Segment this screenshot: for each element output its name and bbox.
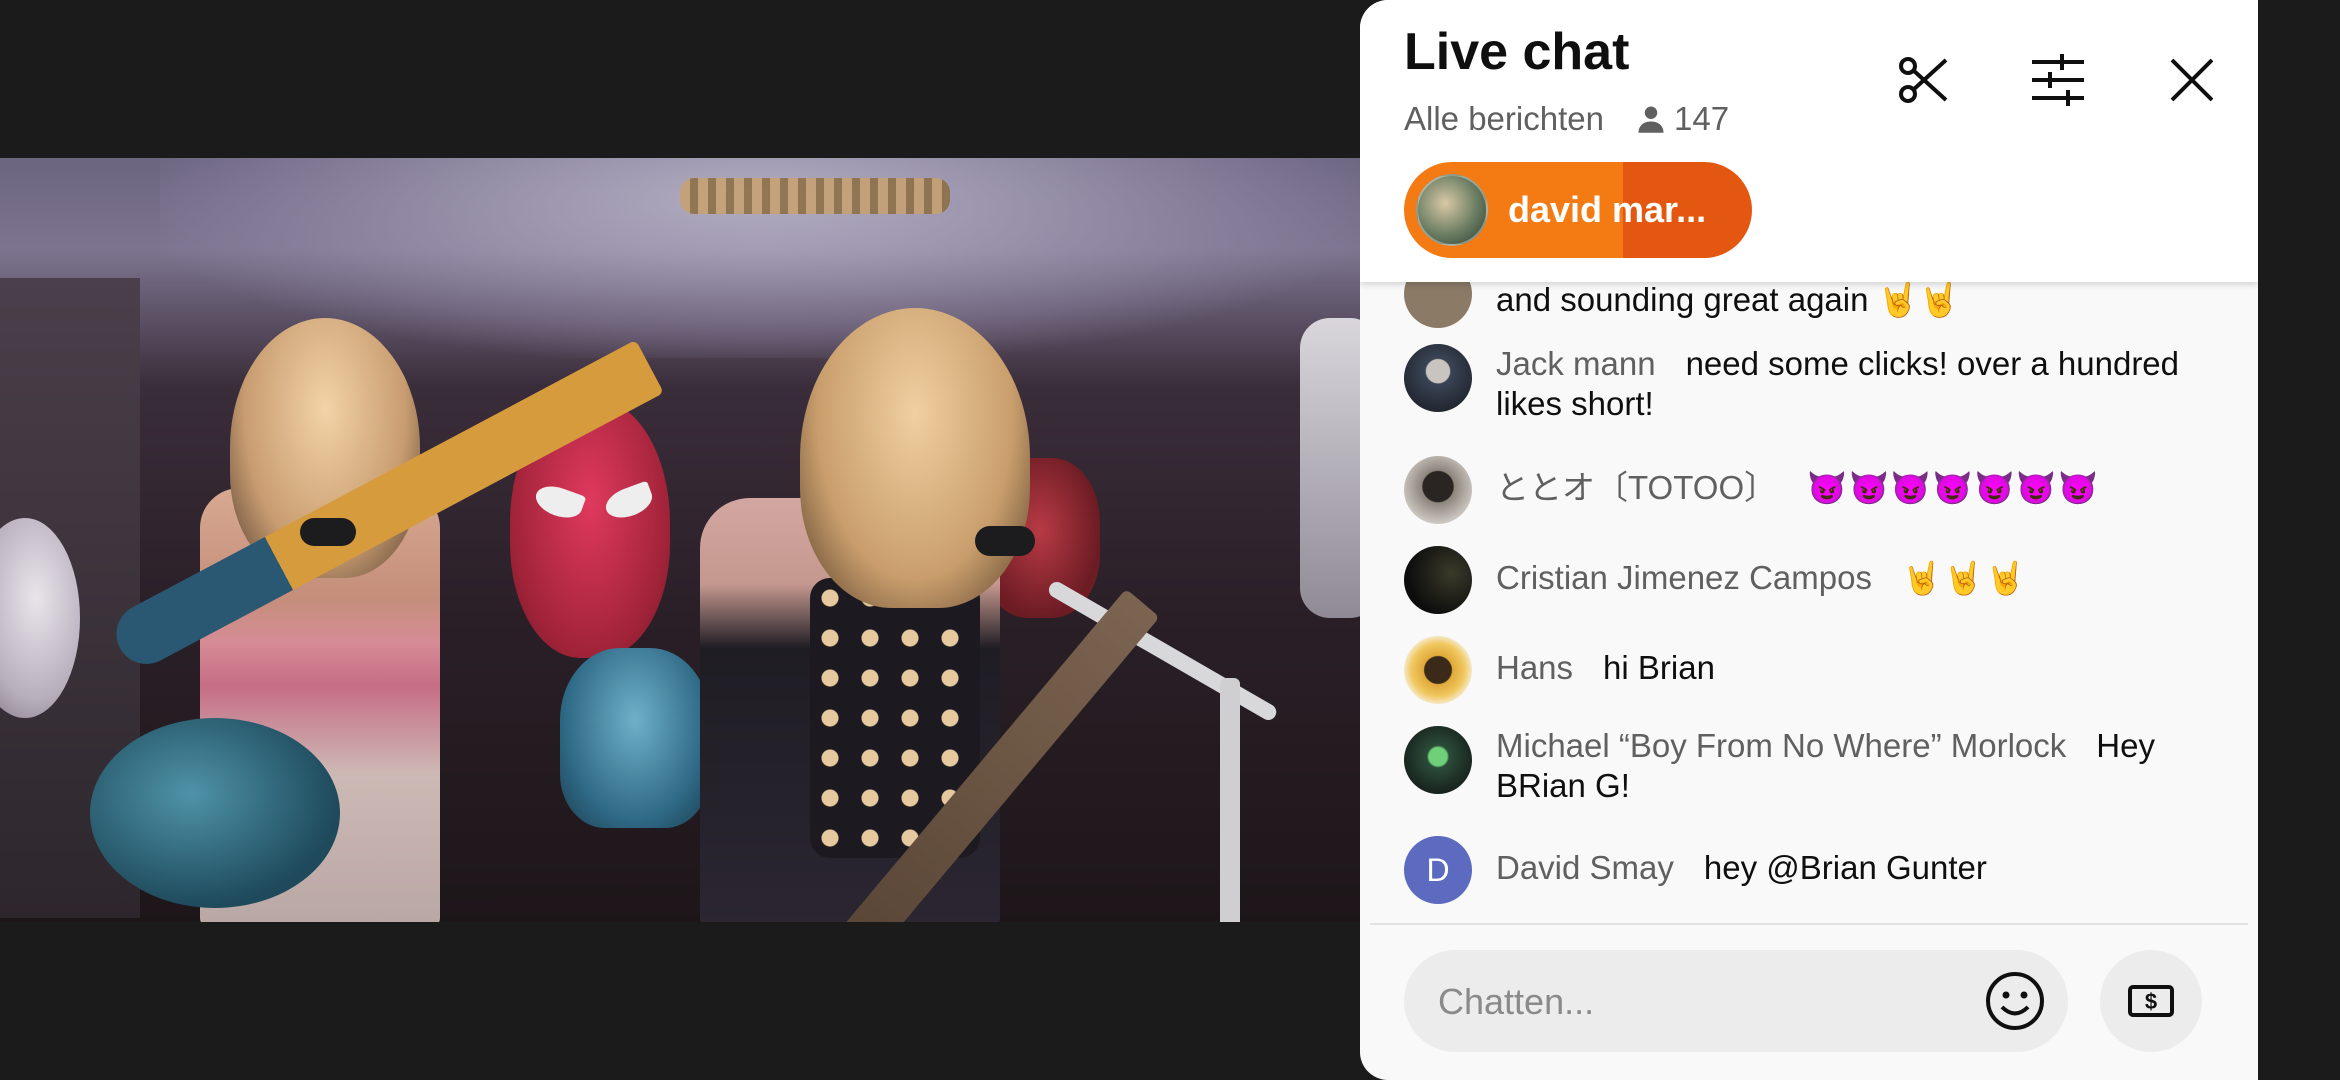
guitar-left-body bbox=[90, 718, 340, 908]
pinned-author-name: david mar... bbox=[1508, 189, 1707, 230]
mic-stand-right bbox=[1220, 678, 1240, 922]
white-mask bbox=[1300, 318, 1360, 618]
avatar[interactable] bbox=[1404, 726, 1472, 794]
message-author[interactable]: ととオ〔TOTOO〕 bbox=[1496, 469, 1777, 506]
message-text: and sounding great again 🤘🤘 bbox=[1496, 281, 1960, 318]
avatar[interactable] bbox=[1404, 636, 1472, 704]
viewer-count: 147 bbox=[1636, 100, 1729, 138]
avatar bbox=[1416, 174, 1488, 246]
message-text: hey @Brian Gunter bbox=[1703, 849, 1987, 886]
guitarist-right-hair bbox=[800, 308, 1030, 608]
smiley-icon[interactable] bbox=[1984, 970, 2046, 1032]
message-author[interactable]: David Smay bbox=[1496, 849, 1674, 886]
message-author[interactable]: Michael “Boy From No Where” Morlock bbox=[1496, 727, 2066, 764]
chat-message: ととオ〔TOTOO〕 😈😈😈😈😈😈😈 bbox=[1404, 456, 2224, 524]
chat-message: Jack mann need some clicks! over a hundre… bbox=[1404, 344, 2224, 424]
person-icon bbox=[1638, 106, 1664, 133]
message-text: 😈😈😈😈😈😈😈 bbox=[1807, 470, 2101, 506]
avatar[interactable] bbox=[1404, 546, 1472, 614]
pinned-donation-chip[interactable]: david mar... bbox=[1404, 162, 1752, 258]
chat-header: Live chat Alle berichten 147 david mar..… bbox=[1360, 0, 2258, 282]
avatar[interactable] bbox=[1404, 344, 1472, 412]
stage-decoration bbox=[680, 178, 950, 214]
avatar[interactable] bbox=[1404, 456, 1472, 524]
avatar[interactable]: D bbox=[1404, 836, 1472, 904]
message-author[interactable]: Jack mann bbox=[1496, 345, 1656, 382]
live-chat-panel: Live chat Alle berichten 147 david mar..… bbox=[1360, 0, 2258, 1080]
chat-message: D David Smay hey @Brian Gunter bbox=[1404, 836, 2224, 904]
video-player[interactable] bbox=[0, 158, 1360, 922]
chat-input-box[interactable] bbox=[1404, 950, 2068, 1054]
avatar-letter: D bbox=[1426, 851, 1450, 888]
message-author[interactable]: Cristian Jimenez Campos bbox=[1496, 559, 1872, 596]
chat-message: Michael “Boy From No Where” Morlock Hey B… bbox=[1404, 726, 2224, 806]
close-icon[interactable] bbox=[2162, 50, 2222, 110]
microphone-left bbox=[300, 518, 356, 546]
viewer-count-value: 147 bbox=[1674, 100, 1730, 137]
super-chat-button[interactable]: $ bbox=[2100, 950, 2202, 1052]
dollar-icon: $ bbox=[2128, 985, 2174, 1017]
blue-mask bbox=[560, 648, 710, 828]
message-text: 🤘🤘🤘 bbox=[1901, 560, 2028, 596]
svg-text:$: $ bbox=[2145, 989, 2157, 1014]
sliders-icon[interactable] bbox=[2028, 50, 2088, 110]
chat-message: Hans hi Brian bbox=[1404, 636, 2224, 704]
divider bbox=[1370, 923, 2248, 925]
chat-input[interactable] bbox=[1436, 950, 1940, 1054]
message-author[interactable]: Hans bbox=[1496, 649, 1573, 686]
microphone-right bbox=[975, 526, 1035, 556]
chat-message: Cristian Jimenez Campos 🤘🤘🤘 bbox=[1404, 546, 2224, 614]
chat-message-list[interactable]: and sounding great again 🤘🤘 Jack mann nee… bbox=[1360, 260, 2258, 922]
chat-title: Live chat bbox=[1404, 23, 1630, 81]
chat-filter-label[interactable]: Alle berichten bbox=[1404, 100, 1604, 138]
right-edge-bar bbox=[2258, 0, 2340, 1080]
scissors-icon[interactable] bbox=[1892, 50, 1952, 110]
message-text: hi Brian bbox=[1603, 649, 1715, 686]
